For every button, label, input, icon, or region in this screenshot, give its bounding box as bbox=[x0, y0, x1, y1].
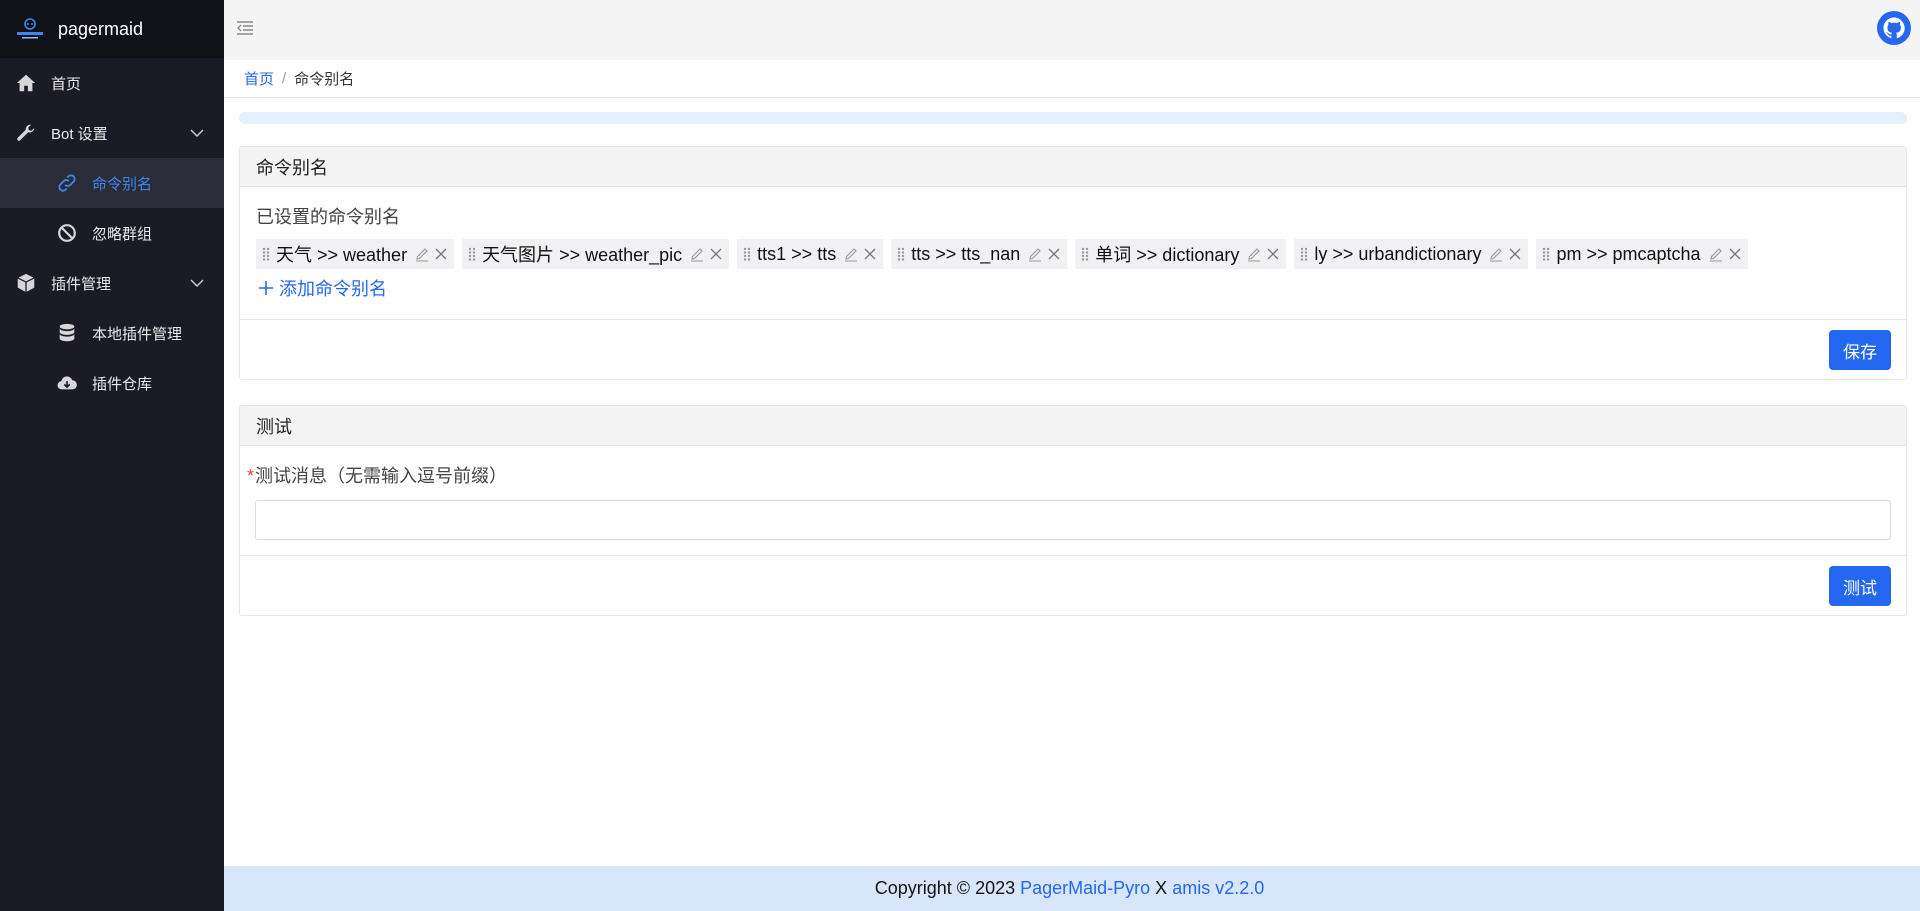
alias-tag[interactable]: ly >> urbandictionary bbox=[1294, 239, 1529, 269]
amis-link[interactable]: amis v2.2.0 bbox=[1172, 878, 1264, 899]
pagermaid-logo bbox=[17, 18, 43, 39]
home-icon bbox=[14, 71, 38, 95]
database-icon bbox=[55, 321, 79, 345]
drag-handle-icon[interactable] bbox=[1080, 247, 1090, 261]
breadcrumb-home-link[interactable]: 首页 bbox=[244, 68, 274, 89]
alias-tag-list: 天气 >> weather 天气图片 >> weather_pic tts1 >> … bbox=[256, 239, 1890, 269]
sidebar-item-label: Bot 设置 bbox=[51, 125, 108, 143]
link-icon bbox=[55, 171, 79, 195]
close-icon[interactable] bbox=[1727, 246, 1743, 262]
test-button[interactable]: 测试 bbox=[1829, 566, 1891, 606]
sidebar-nav: 首页 Bot 设置 命令别名 忽略群组 插件管理 本地插件管理 插件仓库 bbox=[0, 58, 224, 408]
github-icon[interactable] bbox=[1876, 10, 1912, 46]
alias-tag[interactable]: tts >> tts_nan bbox=[891, 239, 1068, 269]
edit-icon[interactable] bbox=[1708, 246, 1724, 262]
edit-icon[interactable] bbox=[414, 246, 430, 262]
copyright-text: Copyright © 2023 bbox=[874, 878, 1016, 898]
chevron-down-icon[interactable] bbox=[190, 277, 204, 289]
sidebar-item-label: 忽略群组 bbox=[92, 225, 153, 243]
drag-handle-icon[interactable] bbox=[896, 247, 906, 261]
sidebar-item-label: 插件仓库 bbox=[92, 375, 153, 393]
sidebar-item-command-alias[interactable]: 命令别名 bbox=[0, 158, 224, 208]
alias-tag-text: 天气图片 >> weather_pic bbox=[482, 245, 683, 265]
drag-handle-icon[interactable] bbox=[261, 247, 271, 261]
test-message-label: *测试消息（无需输入逗号前缀） bbox=[247, 462, 1891, 488]
sidebar-item-ignore-groups[interactable]: 忽略群组 bbox=[0, 208, 224, 258]
test-panel: 测试 *测试消息（无需输入逗号前缀） 测试 bbox=[239, 405, 1907, 616]
close-icon[interactable] bbox=[1507, 246, 1523, 262]
drag-handle-icon[interactable] bbox=[742, 247, 752, 261]
chevron-down-icon[interactable] bbox=[190, 127, 204, 139]
breadcrumb-separator: / bbox=[282, 70, 287, 87]
breadcrumb: 首页 / 命令别名 bbox=[224, 60, 1920, 98]
menu-collapse-icon[interactable] bbox=[236, 19, 254, 37]
add-alias-button[interactable]: 添加命令别名 bbox=[258, 275, 387, 301]
close-icon[interactable] bbox=[433, 246, 449, 262]
top-header bbox=[224, 0, 1920, 60]
alias-tag[interactable]: 天气 >> weather bbox=[256, 239, 455, 269]
alias-tag[interactable]: 天气图片 >> weather_pic bbox=[462, 239, 730, 269]
edit-icon[interactable] bbox=[843, 246, 859, 262]
page-footer: Copyright © 2023 PagerMaid-Pyro X amis v… bbox=[224, 866, 1920, 911]
test-panel-footer: 测试 bbox=[240, 555, 1906, 615]
alias-field-label: 已设置的命令别名 bbox=[256, 207, 400, 227]
alias-tag-text: 单词 >> dictionary bbox=[1095, 245, 1240, 265]
pagermaid-pyro-link[interactable]: PagerMaid-Pyro bbox=[1020, 878, 1150, 899]
sidebar-item-label: 首页 bbox=[51, 75, 82, 93]
test-message-input[interactable] bbox=[255, 500, 1891, 540]
ban-icon bbox=[55, 221, 79, 245]
breadcrumb-current: 命令别名 bbox=[294, 71, 355, 88]
alias-tag[interactable]: 单词 >> dictionary bbox=[1075, 239, 1287, 269]
sidebar-item-plugin-management[interactable]: 插件管理 bbox=[0, 258, 224, 308]
test-message-label-text: 测试消息（无需输入逗号前缀） bbox=[255, 466, 508, 486]
alias-panel-title: 命令别名 bbox=[240, 147, 1906, 187]
save-button[interactable]: 保存 bbox=[1829, 330, 1891, 370]
test-panel-title: 测试 bbox=[240, 406, 1906, 446]
edit-icon[interactable] bbox=[1488, 246, 1504, 262]
alias-tag-text: tts >> tts_nan bbox=[911, 243, 1021, 264]
sidebar: pagermaid 首页 Bot 设置 命令别名 忽略群组 插件管理 本地插件管… bbox=[0, 0, 224, 911]
alias-tag[interactable]: pm >> pmcaptcha bbox=[1536, 239, 1748, 269]
close-icon[interactable] bbox=[1265, 246, 1281, 262]
alias-tag-text: 天气 >> weather bbox=[276, 245, 408, 265]
drag-handle-icon[interactable] bbox=[1299, 247, 1309, 261]
cloud-download-icon bbox=[55, 371, 79, 395]
plus-icon bbox=[259, 281, 273, 295]
footer-separator: X bbox=[1155, 878, 1168, 898]
brand-name: pagermaid bbox=[58, 18, 144, 39]
add-alias-label: 添加命令别名 bbox=[279, 279, 387, 299]
required-mark: * bbox=[247, 466, 255, 486]
brand[interactable]: pagermaid bbox=[0, 0, 224, 58]
edit-icon[interactable] bbox=[689, 246, 705, 262]
sidebar-item-bot-settings[interactable]: Bot 设置 bbox=[0, 108, 224, 158]
sidebar-item-label: 命令别名 bbox=[92, 175, 153, 193]
wrench-icon bbox=[14, 121, 38, 145]
edit-icon[interactable] bbox=[1246, 246, 1262, 262]
alias-tag-text: ly >> urbandictionary bbox=[1314, 243, 1482, 264]
alias-tag-text: tts1 >> tts bbox=[757, 243, 837, 264]
alias-tag[interactable]: tts1 >> tts bbox=[737, 239, 884, 269]
cube-icon bbox=[14, 271, 38, 295]
alias-panel: 命令别名 已设置的命令别名 天气 >> weather 天气图片 >> weath… bbox=[239, 146, 1907, 380]
drag-handle-icon[interactable] bbox=[1541, 247, 1551, 261]
sidebar-item-plugin-repo[interactable]: 插件仓库 bbox=[0, 358, 224, 408]
loading-bar bbox=[239, 112, 1907, 124]
sidebar-item-label: 本地插件管理 bbox=[92, 325, 183, 343]
alias-panel-footer: 保存 bbox=[240, 319, 1906, 379]
drag-handle-icon[interactable] bbox=[467, 247, 477, 261]
sidebar-item-label: 插件管理 bbox=[51, 275, 112, 293]
sidebar-item-home[interactable]: 首页 bbox=[0, 58, 224, 108]
close-icon[interactable] bbox=[708, 246, 724, 262]
edit-icon[interactable] bbox=[1027, 246, 1043, 262]
alias-tag-text: pm >> pmcaptcha bbox=[1556, 243, 1701, 264]
sidebar-item-local-plugins[interactable]: 本地插件管理 bbox=[0, 308, 224, 358]
close-icon[interactable] bbox=[862, 246, 878, 262]
close-icon[interactable] bbox=[1046, 246, 1062, 262]
